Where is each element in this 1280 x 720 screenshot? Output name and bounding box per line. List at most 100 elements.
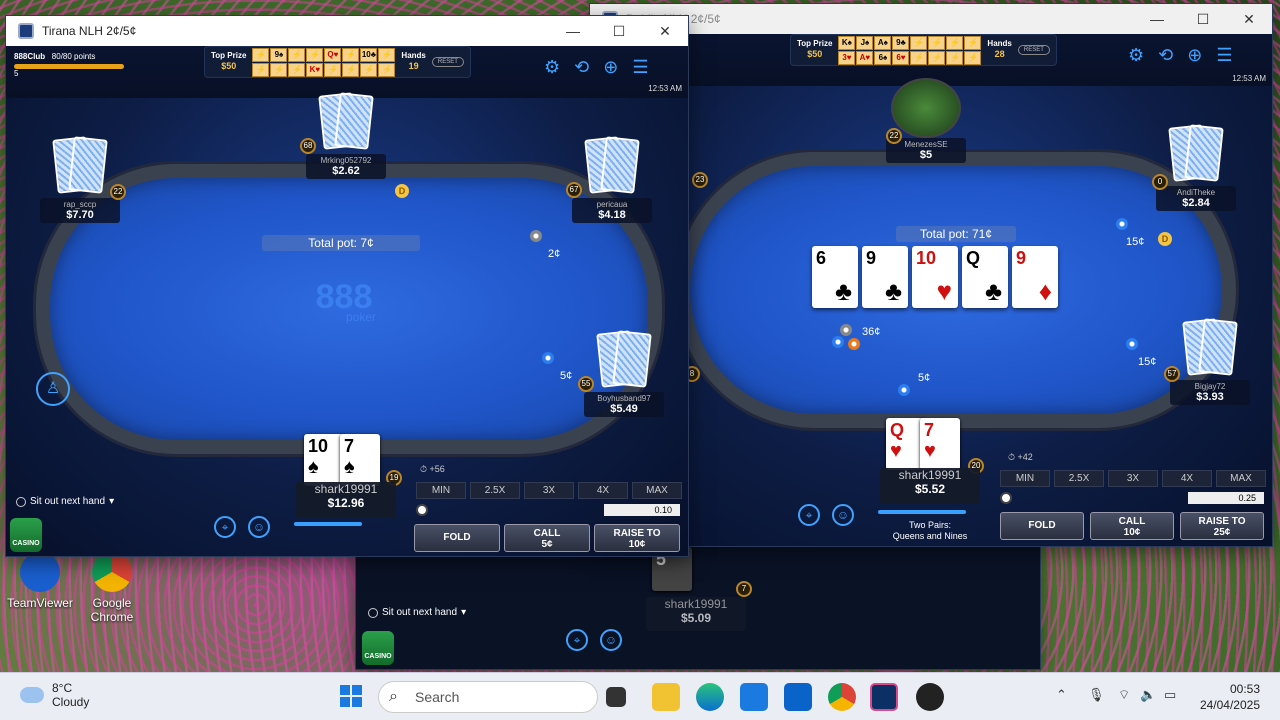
battery-icon[interactable]: ▭	[1164, 687, 1176, 703]
slider-knob[interactable]	[416, 504, 428, 516]
casino-button[interactable]: CASINO	[362, 631, 394, 665]
card-backs	[1161, 124, 1231, 186]
outlook-icon[interactable]	[784, 683, 812, 711]
avatar	[891, 78, 961, 138]
poker-app-icon[interactable]	[870, 683, 898, 711]
slider-value[interactable]: 0.25	[1188, 492, 1264, 504]
settings-icon[interactable]: ⚙	[1128, 46, 1144, 64]
file-explorer-icon[interactable]	[652, 683, 680, 711]
seat-left[interactable]: rap_sccp $7.70	[40, 136, 120, 223]
slider-knob[interactable]	[1000, 492, 1012, 504]
seat-right-top[interactable]: pericaua $4.18	[572, 136, 652, 223]
bet-amount: 5¢	[560, 370, 573, 382]
player-stack: $3.93	[1196, 391, 1224, 403]
slider-value[interactable]: 0.10	[604, 504, 680, 516]
reset-button[interactable]: RESET	[431, 57, 464, 67]
taskbar-clock[interactable]: 00:53 24/04/2025	[1200, 681, 1260, 713]
speaker-icon[interactable]: 🔈	[1140, 687, 1156, 703]
titlebar[interactable]: Dublin NLH 2¢/5¢ — ☐ ✕	[590, 4, 1272, 34]
crosshair-icon[interactable]: ⌖	[566, 629, 588, 651]
bet-slider[interactable]: 0.10	[416, 504, 680, 518]
chrome-icon[interactable]	[828, 683, 856, 711]
bet-amount: 5¢	[918, 372, 931, 384]
crosshair-icon[interactable]: ⌖	[798, 504, 820, 526]
poker-window-2[interactable]: Dublin NLH 2¢/5¢ — ☐ ✕ Top Prize$50 K♠J♠…	[590, 4, 1272, 546]
chrome-desktop-icon[interactable]: Google Chrome	[72, 552, 152, 624]
menu-icon[interactable]: ☰	[1216, 46, 1232, 64]
add-table-icon[interactable]: ⊕	[603, 58, 618, 76]
hero-name: shark19991	[314, 482, 378, 496]
bet-slider[interactable]: 0.25	[1000, 492, 1264, 506]
player-name: AndiTheke	[1176, 188, 1216, 197]
emoji-icon[interactable]: ☺	[600, 629, 622, 651]
history-icon[interactable]: ⟲	[574, 58, 589, 76]
size-max-button[interactable]: MAX	[1216, 470, 1266, 487]
raise-button[interactable]: RAISE TO 25¢	[1180, 512, 1264, 540]
poker-window-3[interactable]: 5 7 shark19991 $5.09 Sit out next hand ▾ …	[356, 545, 1040, 669]
menu-icon[interactable]: ☰	[632, 58, 648, 76]
seat-right-bottom[interactable]: Boyhusband97 $5.49	[584, 330, 664, 417]
history-icon[interactable]: ⟲	[1158, 46, 1173, 64]
crosshair-icon[interactable]: ⌖	[214, 516, 236, 538]
size-max-button[interactable]: MAX	[632, 482, 682, 499]
hero-card-1: 10 ♠	[304, 434, 344, 486]
size-2.5x-button[interactable]: 2.5X	[470, 482, 520, 499]
poker-window-1[interactable]: Tirana NLH 2¢/5¢ — ☐ ✕ 888Club 80/80 poi…	[6, 16, 688, 556]
hero-stack: $5.52	[914, 482, 946, 496]
table-client: 888Club 80/80 points 5 Top Prize $50 ⚡ 9♠ ⚡ ⚡…	[6, 46, 688, 556]
sitout-checkbox[interactable]: Sit out next hand ▾	[16, 496, 114, 507]
microphone-icon[interactable]: 🎙	[1088, 687, 1105, 703]
titlebar[interactable]: Tirana NLH 2¢/5¢ — ☐ ✕	[6, 16, 688, 46]
close-button[interactable]: ✕	[642, 23, 688, 40]
raise-button[interactable]: RAISE TO 10¢	[594, 524, 680, 552]
emoji-icon[interactable]: ☺	[832, 504, 854, 526]
store-icon[interactable]	[740, 683, 768, 711]
call-button[interactable]: CALL 10¢	[1090, 512, 1174, 540]
seat-right-top[interactable]: AndiTheke $2.84	[1156, 124, 1236, 211]
minimize-button[interactable]: —	[550, 23, 596, 39]
call-button[interactable]: CALL 5¢	[504, 524, 590, 552]
wifi-icon[interactable]: ⌔	[1118, 687, 1130, 703]
pot-chip	[840, 324, 852, 336]
size-2.5x-button[interactable]: 2.5X	[1054, 470, 1104, 487]
reset-button[interactable]: RESET	[1017, 45, 1050, 55]
poker-app2-icon[interactable]	[916, 683, 944, 711]
side-seat-level-badge: 23	[692, 172, 708, 188]
add-table-icon[interactable]: ⊕	[1187, 46, 1202, 64]
prize-box[interactable]: Top Prize $50 ⚡ 9♠ ⚡ ⚡ Q♥ ⚡ 10♣ ⚡ ⚡ ⚡ ⚡ K♥ ⚡ ⚡ ⚡ ⚡ Hand…	[204, 46, 471, 78]
hero-plate: shark19991 $5.09	[646, 597, 746, 631]
edge-icon[interactable]	[696, 683, 724, 711]
seat-top[interactable]: Mrking052792 $2.62	[306, 92, 386, 179]
close-button[interactable]: ✕	[1226, 11, 1272, 28]
seat-chair-icon[interactable]: ♙	[36, 372, 70, 406]
minimize-button[interactable]: —	[1134, 11, 1180, 27]
settings-icon[interactable]: ⚙	[544, 58, 560, 76]
start-button[interactable]	[340, 685, 362, 707]
prize-box[interactable]: Top Prize $50 K♠ J♠ A♠ 9♣ ⚡ ⚡ ⚡ ⚡ 3♥ A♥ 6♠ 6♥ ⚡ ⚡ ⚡ ⚡ H…	[790, 34, 1057, 66]
casino-button[interactable]: CASINO	[10, 518, 42, 552]
player-level-badge: 67	[566, 182, 582, 198]
club-status[interactable]: 888Club 80/80 points 5	[14, 52, 124, 78]
player-name: MenezesSE	[904, 140, 948, 149]
sitout-checkbox[interactable]: Sit out next hand ▾	[368, 607, 466, 618]
seat-right-bottom[interactable]: Bigjay72 $3.93	[1170, 318, 1250, 405]
weather-widget[interactable]: 8°C Cloudy	[20, 681, 89, 709]
fold-button[interactable]: FOLD	[1000, 512, 1084, 540]
size-min-button[interactable]: MIN	[1000, 470, 1050, 487]
search-box[interactable]: ⌕ Search	[378, 681, 598, 713]
size-3x-button[interactable]: 3X	[524, 482, 574, 499]
hero-level-badge: 7	[736, 581, 752, 597]
teamviewer-desktop-icon[interactable]: TeamViewer	[0, 552, 80, 610]
task-view-icon[interactable]	[606, 687, 626, 707]
size-4x-button[interactable]: 4X	[1162, 470, 1212, 487]
emoji-icon[interactable]: ☺	[248, 516, 270, 538]
size-min-button[interactable]: MIN	[416, 482, 466, 499]
seat-top[interactable]: MenezesSE $5	[886, 78, 966, 163]
hero-name: shark19991	[664, 597, 728, 611]
chevron-up-icon[interactable]: ⌃	[1056, 687, 1067, 703]
maximize-button[interactable]: ☐	[596, 23, 642, 40]
fold-button[interactable]: FOLD	[414, 524, 500, 552]
size-4x-button[interactable]: 4X	[578, 482, 628, 499]
size-3x-button[interactable]: 3X	[1108, 470, 1158, 487]
maximize-button[interactable]: ☐	[1180, 11, 1226, 28]
